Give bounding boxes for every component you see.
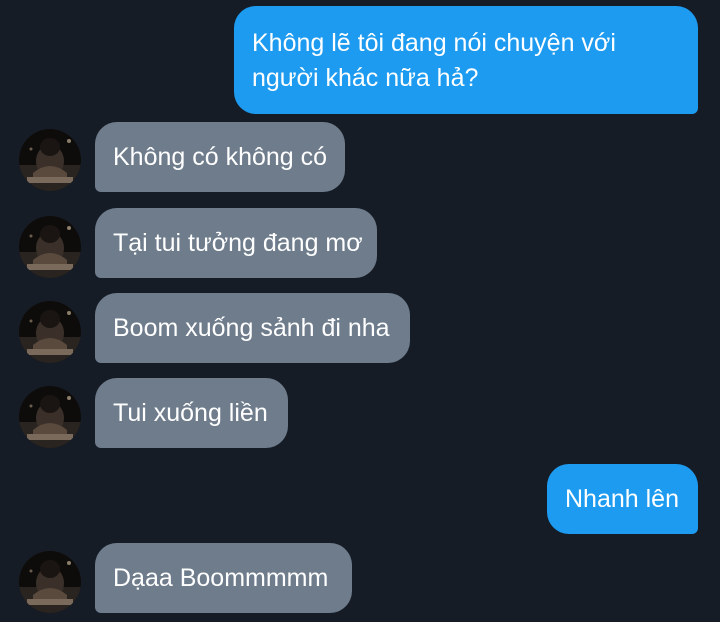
received-message-bubble[interactable]: Tui xuống liền — [95, 378, 288, 448]
message-text: Tại tui tưởng đang mơ — [113, 229, 363, 257]
message-text: Boom xuống sảnh đi nha — [113, 314, 390, 342]
received-message-bubble[interactable]: Không có không có — [95, 122, 345, 192]
message-text: Tui xuống liền — [113, 399, 268, 427]
message-text: Dạaa Boommmmm — [113, 564, 329, 592]
sent-message-bubble[interactable]: Không lẽ tôi đang nói chuyện với người k… — [234, 6, 698, 114]
message-text: Nhanh lên — [565, 485, 679, 513]
message-text-line: người khác nữa hả? — [252, 64, 479, 92]
contact-avatar[interactable] — [19, 216, 81, 278]
received-message-bubble[interactable]: Boom xuống sảnh đi nha — [95, 293, 410, 363]
contact-avatar[interactable] — [19, 301, 81, 363]
avatar-photo-icon — [19, 551, 81, 613]
received-message-bubble[interactable]: Dạaa Boommmmm — [95, 543, 352, 613]
received-message-bubble[interactable]: Tại tui tưởng đang mơ — [95, 208, 377, 278]
sent-message-bubble[interactable]: Nhanh lên — [547, 464, 698, 534]
message-text-line: Không lẽ tôi đang nói chuyện với — [252, 29, 616, 57]
contact-avatar[interactable] — [19, 551, 81, 613]
avatar-photo-icon — [19, 386, 81, 448]
avatar-photo-icon — [19, 216, 81, 278]
avatar-photo-icon — [19, 301, 81, 363]
contact-avatar[interactable] — [19, 386, 81, 448]
contact-avatar[interactable] — [19, 129, 81, 191]
avatar-photo-icon — [19, 129, 81, 191]
message-text: Không có không có — [113, 143, 328, 171]
